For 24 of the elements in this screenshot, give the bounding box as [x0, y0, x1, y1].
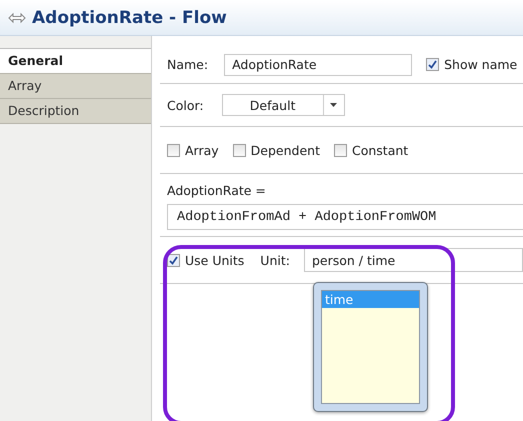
checkbox[interactable]: [167, 144, 180, 156]
checkbox[interactable]: [334, 144, 347, 156]
checkbox[interactable]: [167, 254, 180, 266]
checkbox[interactable]: [426, 58, 440, 71]
sidebar-tab[interactable]: Array: [0, 74, 151, 99]
field-label: Unit:: [260, 252, 290, 268]
caret-icon: [330, 103, 338, 107]
unit-field[interactable]: person / time: [304, 248, 523, 272]
checkbox-label: Show name: [444, 57, 518, 72]
equation-label: AdoptionRate =: [167, 183, 267, 198]
checkbox-label: Dependent: [250, 142, 320, 158]
color-dropdown[interactable]: Default: [222, 94, 345, 116]
sidebar-tab[interactable]: General: [0, 49, 151, 74]
field-label: Name:: [167, 57, 208, 72]
flow-icon: [8, 12, 26, 24]
sidebar-tab[interactable]: Description: [0, 99, 151, 124]
checkbox-label: Constant: [352, 142, 408, 158]
equation-field[interactable]: AdoptionFromAd + AdoptionFromWOM: [167, 204, 523, 230]
name-field[interactable]: AdoptionRate: [224, 54, 412, 76]
checkbox-label: Use Units: [185, 252, 244, 268]
checkbox-label: Array: [185, 142, 219, 158]
window-title: AdoptionRate - Flow: [32, 8, 227, 28]
checkbox[interactable]: [232, 144, 246, 156]
field-label: Color:: [167, 98, 204, 112]
